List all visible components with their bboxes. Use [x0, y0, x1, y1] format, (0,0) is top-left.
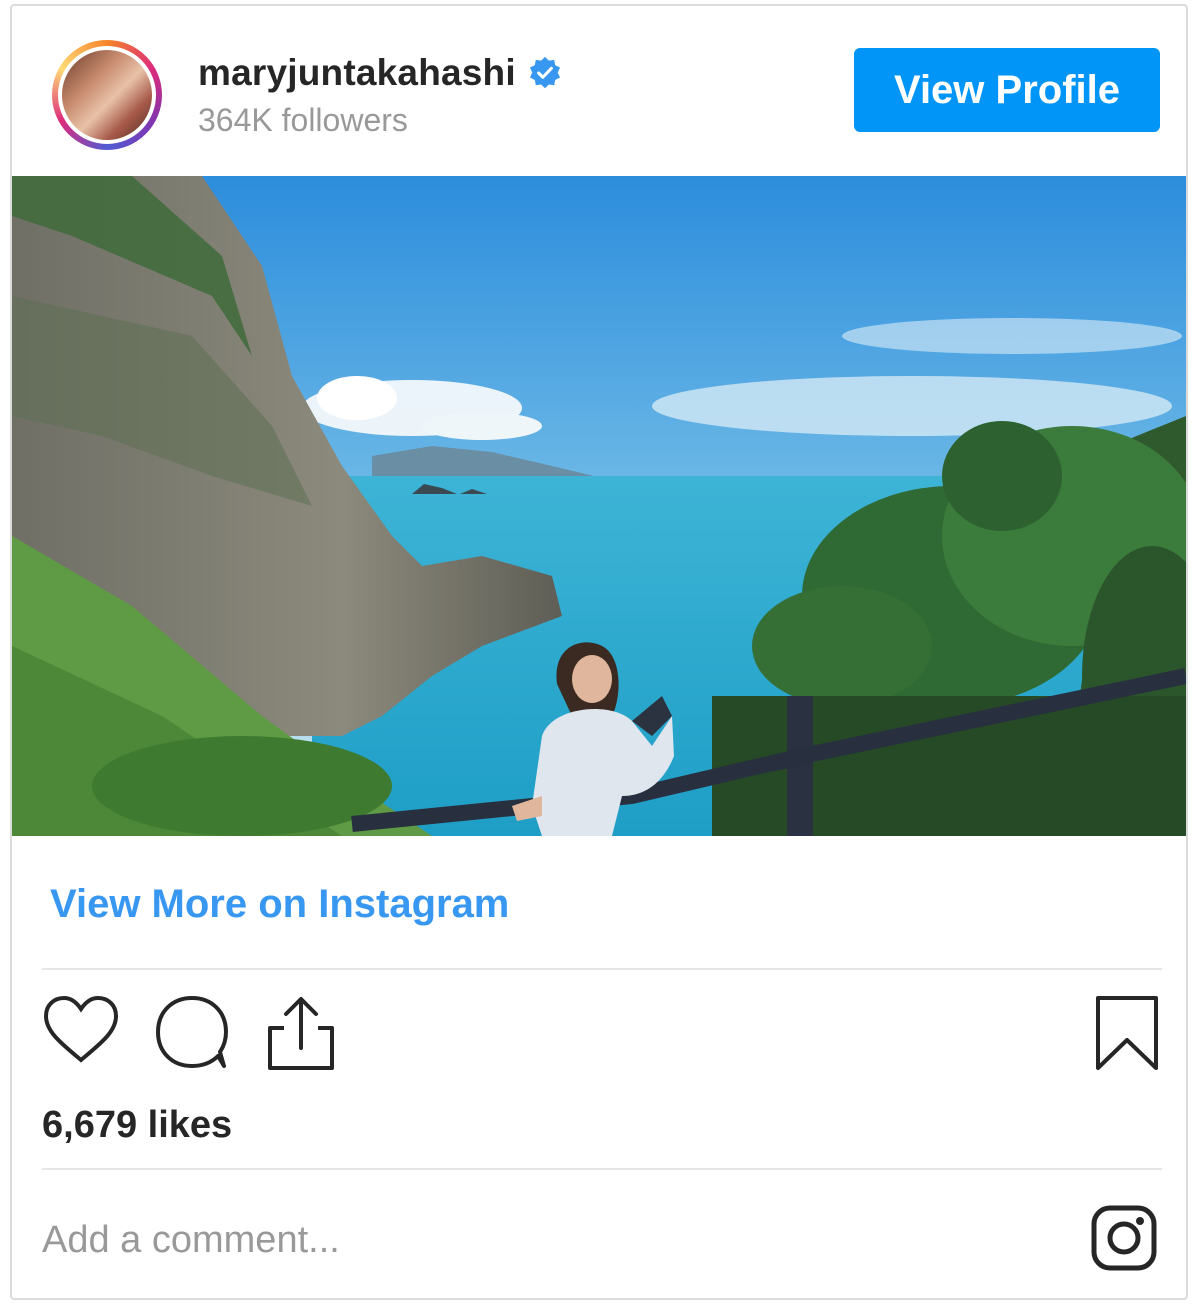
post-photo[interactable] [12, 176, 1186, 836]
username-row: maryjuntakahashi [198, 52, 562, 94]
view-profile-button[interactable]: View Profile [854, 48, 1160, 132]
divider [42, 1168, 1162, 1170]
comment-input[interactable] [42, 1212, 1042, 1268]
share-icon[interactable] [264, 994, 338, 1072]
avatar-story-ring[interactable] [52, 40, 162, 150]
avatar[interactable] [58, 46, 156, 144]
instagram-logo-icon[interactable] [1090, 1204, 1158, 1272]
divider [42, 968, 1162, 970]
follower-count: 364K followers [198, 102, 408, 138]
instagram-embed-card: maryjuntakahashi 364K followers View Pro… [10, 4, 1188, 1300]
view-more-on-instagram-link[interactable]: View More on Instagram [50, 882, 509, 927]
verified-badge-icon [529, 56, 560, 89]
action-bar [42, 994, 1166, 1074]
username-link[interactable]: maryjuntakahashi [198, 52, 516, 94]
heart-icon[interactable] [42, 994, 120, 1066]
like-count[interactable]: 6,679 likes [42, 1104, 232, 1147]
post-header: maryjuntakahashi 364K followers View Pro… [12, 6, 1186, 176]
bookmark-icon[interactable] [1094, 994, 1160, 1072]
comment-icon[interactable] [152, 994, 232, 1072]
